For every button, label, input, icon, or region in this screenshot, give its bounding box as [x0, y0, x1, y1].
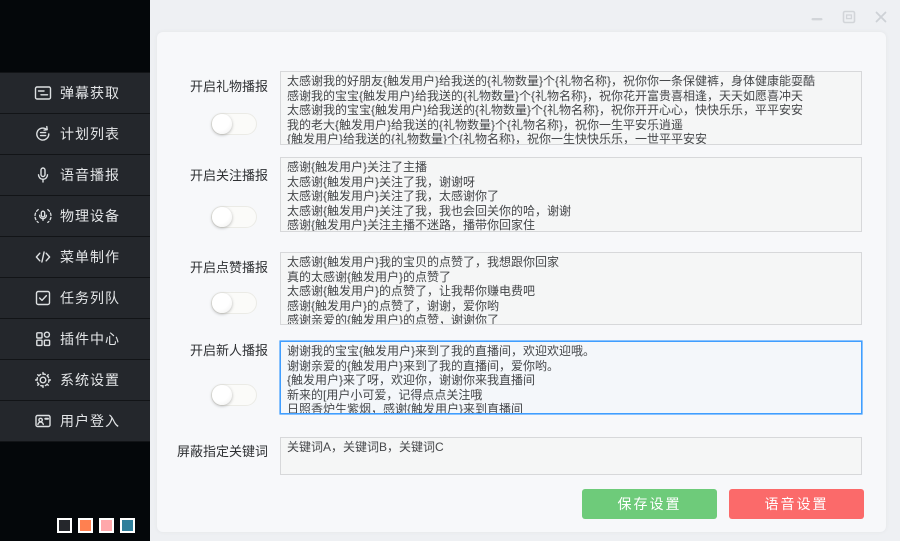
sidebar-item-label: 语音播报 [60, 165, 120, 185]
theme-swatch-dark[interactable] [57, 518, 72, 533]
gift-broadcast-textarea[interactable]: 太感谢我的好朋友{触发用户}给我送的{礼物数量}个{礼物名称}，祝你你一条保健裤… [280, 71, 862, 145]
sidebar-item-plugin-center[interactable]: 插件中心 [0, 319, 150, 360]
sidebar: 弹幕获取 计划列表 [0, 0, 150, 541]
newcomer-broadcast-textarea[interactable]: 谢谢我的宝宝{触发用户}来到了我的直播间，欢迎欢迎哦。 谢谢亲爱的{触发用户}来… [280, 341, 862, 414]
danmu-icon [33, 83, 53, 103]
device-icon [33, 206, 53, 226]
gift-broadcast-label: 开启礼物播报 [150, 76, 268, 95]
sidebar-item-label: 菜单制作 [60, 247, 120, 267]
sidebar-item-label: 插件中心 [60, 329, 120, 349]
mic-icon [33, 165, 53, 185]
follow-broadcast-toggle[interactable] [211, 206, 257, 228]
close-icon[interactable] [870, 8, 892, 26]
like-broadcast-textarea[interactable]: 太感谢{触发用户}我的宝贝的点赞了，我想跟你回家 真的太感谢{触发用户}的点赞了… [280, 252, 862, 325]
window-controls [806, 8, 892, 26]
maximize-button[interactable] [838, 8, 860, 26]
app-window: 弹幕获取 计划列表 [0, 0, 900, 541]
sidebar-item-label: 计划列表 [60, 124, 120, 144]
plugin-icon [33, 329, 53, 349]
code-icon [33, 247, 53, 267]
sidebar-item-plan-list[interactable]: 计划列表 [0, 114, 150, 155]
login-icon [33, 411, 53, 431]
theme-swatches [57, 518, 135, 533]
toggle-knob [212, 207, 232, 227]
save-settings-button[interactable]: 保存设置 [582, 489, 717, 519]
voice-settings-button[interactable]: 语音设置 [729, 489, 864, 519]
sidebar-item-task-queue[interactable]: 任务列队 [0, 278, 150, 319]
toggle-knob [212, 385, 232, 405]
follow-broadcast-label: 开启关注播报 [150, 165, 268, 184]
sidebar-item-menu-maker[interactable]: 菜单制作 [0, 237, 150, 278]
plan-list-icon [33, 124, 53, 144]
sidebar-item-label: 系统设置 [60, 370, 120, 390]
sidebar-item-label: 物理设备 [60, 206, 120, 226]
sidebar-item-user-login[interactable]: 用户登入 [0, 401, 150, 442]
sidebar-menu: 弹幕获取 计划列表 [0, 72, 150, 442]
theme-swatch-pink[interactable] [99, 518, 114, 533]
follow-broadcast-textarea[interactable]: 感谢{触发用户}关注了主播 太感谢{触发用户}关注了我，谢谢呀 太感谢{触发用户… [280, 157, 862, 232]
sidebar-item-physical-device[interactable]: 物理设备 [0, 196, 150, 237]
blocked-keywords-label: 屏蔽指定关键词 [150, 441, 268, 460]
theme-swatch-orange[interactable] [78, 518, 93, 533]
like-broadcast-label: 开启点赞播报 [150, 257, 268, 276]
like-broadcast-toggle[interactable] [211, 292, 257, 314]
sidebar-item-voice-broadcast[interactable]: 语音播报 [0, 155, 150, 196]
sidebar-item-label: 用户登入 [60, 411, 120, 431]
gear-icon [33, 370, 53, 390]
sidebar-item-label: 弹幕获取 [60, 83, 120, 103]
toggle-knob [212, 293, 232, 313]
toggle-knob [212, 114, 232, 134]
gift-broadcast-toggle[interactable] [211, 113, 257, 135]
blocked-keywords-textarea[interactable]: 关键词A，关键词B，关键词C [280, 437, 862, 475]
sidebar-item-system-settings[interactable]: 系统设置 [0, 360, 150, 401]
sidebar-item-label: 任务列队 [60, 288, 120, 308]
newcomer-broadcast-label: 开启新人播报 [150, 340, 268, 359]
newcomer-broadcast-toggle[interactable] [211, 384, 257, 406]
theme-swatch-teal[interactable] [120, 518, 135, 533]
task-icon [33, 288, 53, 308]
minimize-button[interactable] [806, 8, 828, 26]
sidebar-item-danmu[interactable]: 弹幕获取 [0, 73, 150, 114]
